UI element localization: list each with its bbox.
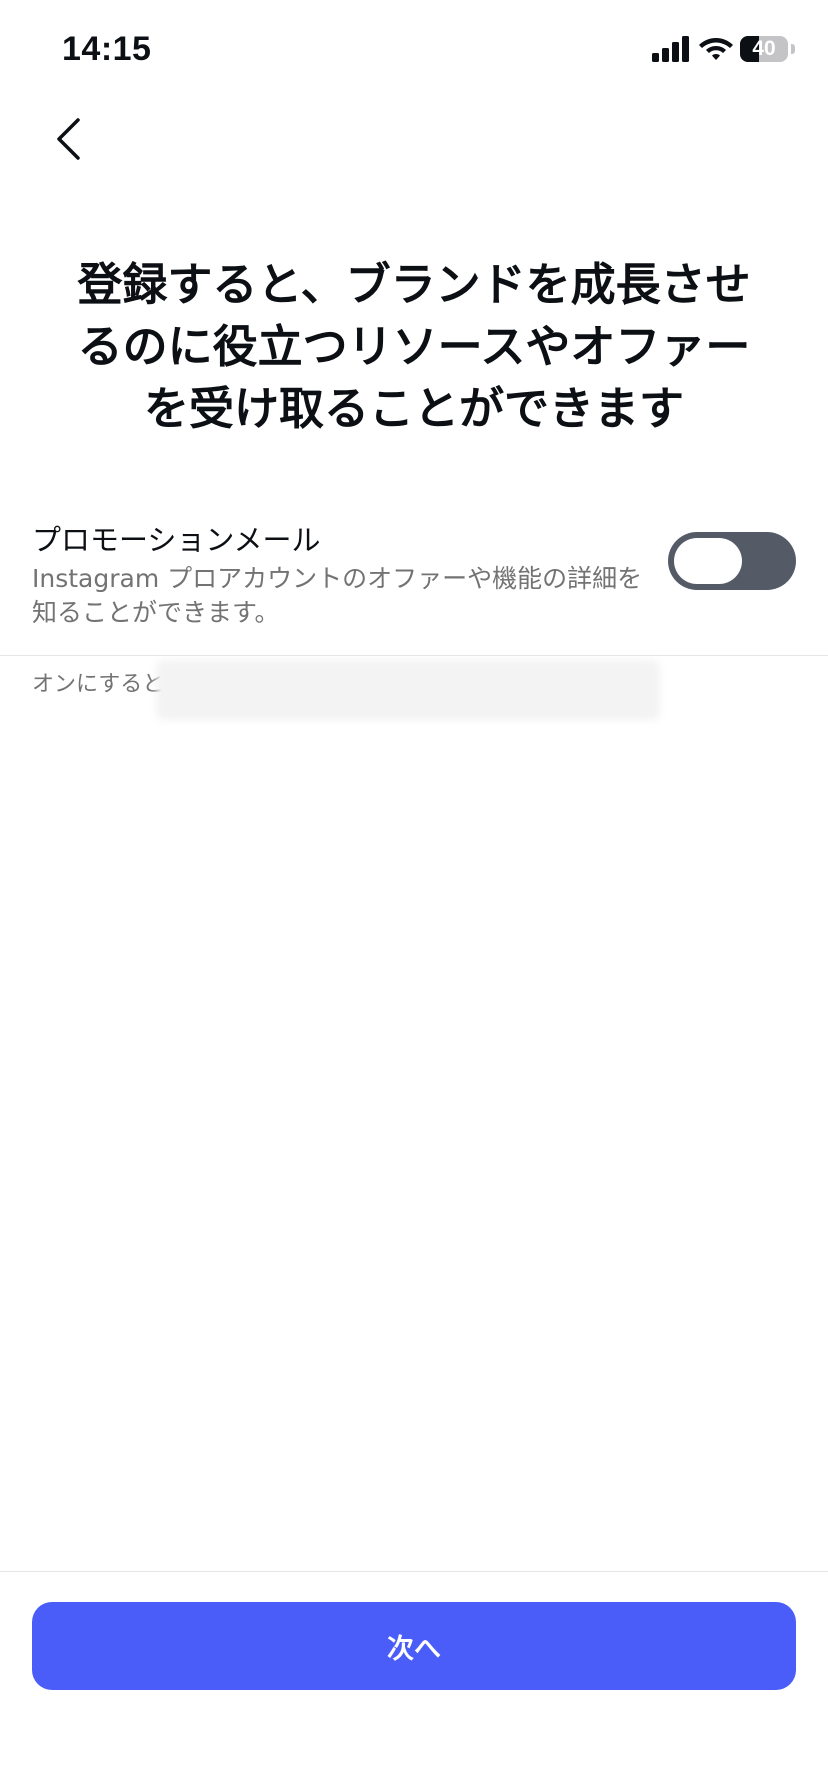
promotional-email-setting: プロモーションメール Instagram プロアカウントのオファーや機能の詳細を…	[32, 520, 796, 630]
cellular-signal-icon	[652, 36, 689, 62]
next-button[interactable]: 次へ	[32, 1602, 796, 1690]
battery-body: 40	[740, 36, 788, 62]
promotional-email-toggle[interactable]	[668, 532, 796, 590]
divider	[0, 655, 828, 656]
status-time: 14:15	[62, 30, 152, 68]
battery-level: 40	[752, 37, 776, 60]
chevron-left-icon	[57, 118, 80, 160]
setting-description: Instagram プロアカウントのオファーや機能の詳細を知ることができます。	[32, 564, 643, 627]
status-bar: 14:15 40	[0, 0, 828, 100]
back-button[interactable]	[42, 106, 94, 172]
setting-label: プロモーションメール	[32, 523, 321, 557]
battery-indicator: 40	[740, 36, 796, 62]
footer-divider	[0, 1571, 828, 1572]
page-title: 登録すると、ブランドを成長させるのに役立つリソースやオファーを受け取ることができ…	[77, 258, 751, 435]
battery-cap	[791, 44, 795, 54]
redacted-text	[156, 660, 660, 720]
wifi-icon	[699, 38, 733, 60]
toggle-knob	[674, 538, 742, 584]
